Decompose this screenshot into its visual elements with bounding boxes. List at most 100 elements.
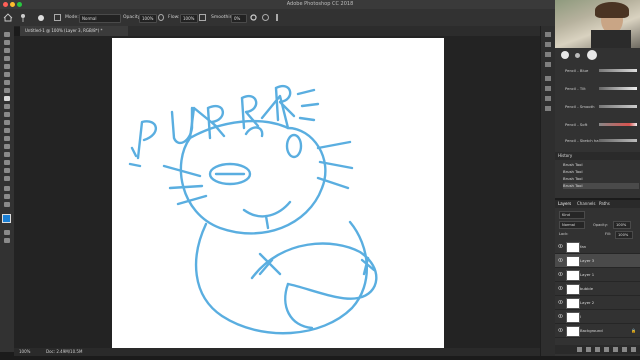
title-bar: Adobe Photoshop CC 2018 bbox=[0, 0, 640, 9]
adjustment-layer-icon[interactable] bbox=[604, 347, 609, 352]
trash-icon[interactable] bbox=[631, 347, 636, 352]
pressure-size-icon[interactable] bbox=[262, 14, 269, 21]
new-layer-icon[interactable] bbox=[622, 347, 627, 352]
new-group-icon[interactable] bbox=[613, 347, 618, 352]
properties-panel-icon[interactable] bbox=[545, 42, 551, 47]
history-item[interactable]: Brush Tool bbox=[563, 176, 639, 182]
eraser-tool-icon[interactable] bbox=[4, 120, 10, 125]
history-item-label: Brush Tool bbox=[563, 176, 583, 181]
symmetry-icon[interactable] bbox=[276, 14, 284, 21]
brush-item[interactable]: Pencil - Smooth bbox=[555, 102, 640, 116]
brush-item[interactable]: Pencil - Sketch hard bbox=[555, 136, 640, 150]
layer-row-selected[interactable]: Layer 3 bbox=[555, 254, 640, 268]
brush-name: Pencil - Soft bbox=[565, 122, 588, 127]
visibility-eye-icon[interactable] bbox=[558, 258, 563, 262]
visibility-eye-icon[interactable] bbox=[558, 300, 563, 304]
move-tool-icon[interactable] bbox=[4, 32, 10, 37]
layer-style-icon[interactable] bbox=[586, 347, 591, 352]
brush-item[interactable]: Pencil - Blue bbox=[555, 66, 640, 80]
history-panel-icon[interactable] bbox=[545, 32, 551, 37]
clone-stamp-tool-icon[interactable] bbox=[4, 104, 10, 109]
paragraph-icon[interactable] bbox=[545, 106, 551, 111]
visibility-eye-icon[interactable] bbox=[558, 314, 563, 318]
gear-icon[interactable] bbox=[249, 13, 258, 22]
tab-channels[interactable]: Channels bbox=[577, 200, 596, 208]
marquee-tool-icon[interactable] bbox=[4, 40, 10, 45]
brush-stroke-preview bbox=[599, 139, 637, 142]
layer-row[interactable]: bubble bbox=[555, 282, 640, 296]
airbrush-icon[interactable] bbox=[199, 14, 206, 21]
eyedropper-tool-icon[interactable] bbox=[4, 80, 10, 85]
tab-paths[interactable]: Paths bbox=[599, 200, 610, 208]
shape-tool-icon[interactable] bbox=[4, 176, 10, 181]
link-layers-icon[interactable] bbox=[577, 347, 582, 352]
pressure-opacity-icon[interactable] bbox=[158, 14, 164, 21]
styles-icon[interactable] bbox=[545, 86, 551, 91]
zoom-level[interactable]: 100% bbox=[19, 348, 30, 356]
layer-row[interactable]: fan bbox=[555, 240, 640, 254]
opacity-input[interactable]: 100% bbox=[139, 14, 157, 23]
document-canvas[interactable] bbox=[112, 38, 444, 352]
more-tools-icon[interactable] bbox=[4, 202, 10, 207]
quick-select-tool-icon[interactable] bbox=[4, 56, 10, 61]
path-select-tool-icon[interactable] bbox=[4, 168, 10, 173]
history-panel: History Brush Tool Brush Tool Brush Tool… bbox=[555, 152, 640, 198]
layer-row[interactable]: l bbox=[555, 310, 640, 324]
layer-row[interactable]: Layer 2 bbox=[555, 296, 640, 310]
screen-mode-icon[interactable] bbox=[4, 238, 10, 243]
visibility-eye-icon[interactable] bbox=[558, 328, 563, 332]
hand-tool-icon[interactable] bbox=[4, 186, 10, 191]
frame-tool-icon[interactable] bbox=[4, 72, 10, 77]
layer-row[interactable]: Layer 1 bbox=[555, 268, 640, 282]
history-item[interactable]: Brush Tool bbox=[563, 162, 639, 168]
brush-tool-icon[interactable] bbox=[4, 96, 10, 101]
pen-tool-icon[interactable] bbox=[4, 152, 10, 157]
history-item[interactable]: Brush Tool bbox=[563, 169, 639, 175]
brush-preset-icon[interactable] bbox=[18, 12, 30, 23]
brush-size-icon[interactable] bbox=[38, 15, 44, 21]
visibility-eye-icon[interactable] bbox=[558, 272, 563, 276]
visibility-eye-icon[interactable] bbox=[558, 244, 563, 248]
zoom-tool-icon[interactable] bbox=[4, 194, 10, 199]
tab-document[interactable]: Untitled-1 @ 100% (Layer 3, RGB/8*) * bbox=[20, 26, 128, 36]
history-item-label: Brush Tool bbox=[563, 162, 583, 167]
layer-mask-icon[interactable] bbox=[595, 347, 600, 352]
healing-brush-tool-icon[interactable] bbox=[4, 88, 10, 93]
gradient-tool-icon[interactable] bbox=[4, 128, 10, 133]
brush-item[interactable]: Pencil - Soft bbox=[555, 120, 640, 134]
crop-tool-icon[interactable] bbox=[4, 64, 10, 69]
layer-thumbnail bbox=[566, 284, 580, 295]
blend-mode-select[interactable]: Normal bbox=[559, 221, 585, 229]
mode-select[interactable]: Normal bbox=[79, 14, 121, 23]
smoothing-input[interactable]: 0% bbox=[231, 14, 247, 23]
history-item-selected[interactable]: Brush Tool bbox=[563, 183, 639, 189]
brush-stroke-preview bbox=[599, 105, 637, 108]
blur-tool-icon[interactable] bbox=[4, 136, 10, 141]
layer-filter-select[interactable]: Kind bbox=[559, 211, 585, 219]
layer-opacity-input[interactable]: 100% bbox=[613, 221, 631, 229]
layer-row[interactable]: Background 🔒 bbox=[555, 324, 640, 338]
foreground-color-swatch[interactable] bbox=[2, 214, 11, 223]
layer-fill-input[interactable]: 100% bbox=[615, 231, 633, 239]
brush-tip-preview-icon bbox=[575, 53, 580, 58]
quick-mask-icon[interactable] bbox=[4, 230, 10, 235]
fill-label: Fill: bbox=[605, 232, 612, 236]
brush-panel-toggle-icon[interactable] bbox=[54, 14, 61, 21]
adjustments-icon[interactable] bbox=[545, 76, 551, 81]
layer-opacity-label: Opacity: bbox=[593, 223, 608, 227]
brush-item[interactable]: Pencil - Tilt bbox=[555, 84, 640, 98]
tab-layers[interactable]: Layers bbox=[558, 201, 571, 206]
clone-source-icon[interactable] bbox=[545, 62, 551, 67]
flow-input[interactable]: 100% bbox=[180, 14, 198, 23]
home-icon[interactable] bbox=[3, 13, 13, 22]
lasso-tool-icon[interactable] bbox=[4, 48, 10, 53]
brush-stroke-preview bbox=[599, 87, 637, 90]
type-tool-icon[interactable] bbox=[4, 160, 10, 165]
status-bar: 100% Doc: 2.49M/10.5M bbox=[14, 348, 540, 356]
dodge-tool-icon[interactable] bbox=[4, 144, 10, 149]
visibility-eye-icon[interactable] bbox=[558, 286, 563, 290]
swatches-icon[interactable] bbox=[545, 96, 551, 101]
brush-settings-icon[interactable] bbox=[545, 52, 551, 57]
brush-name: Pencil - Smooth bbox=[565, 104, 595, 109]
history-brush-tool-icon[interactable] bbox=[4, 112, 10, 117]
